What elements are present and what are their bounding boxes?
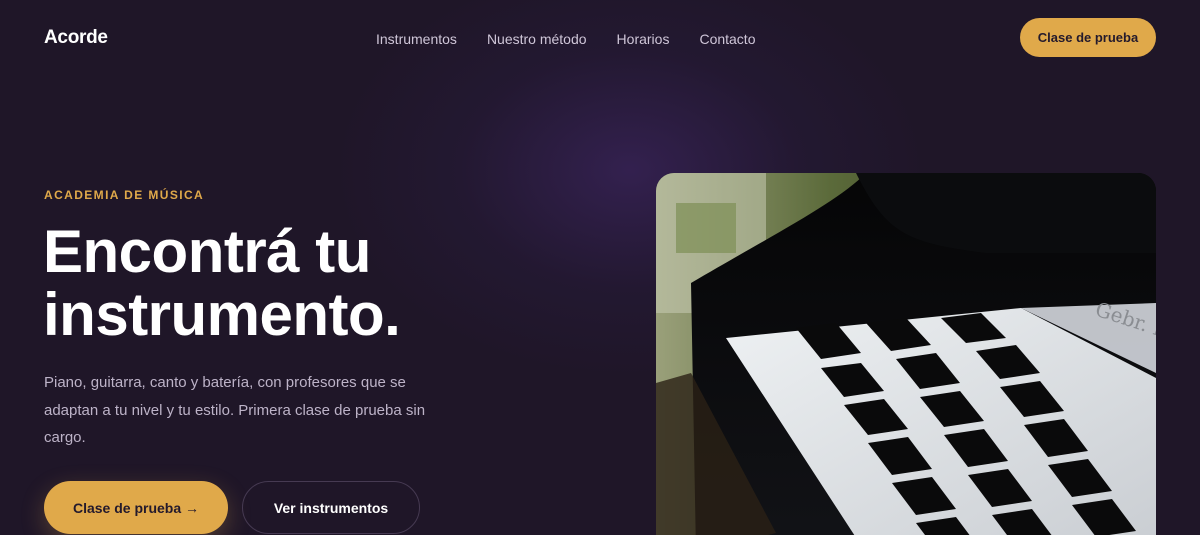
hero-title-line-1: Encontrá tu (43, 218, 371, 285)
brand-logo[interactable]: Acorde (44, 27, 108, 49)
hero-view-instruments-button[interactable]: Ver instrumentos (242, 481, 420, 534)
hero-lead: Piano, guitarra, canto y batería, con pr… (44, 374, 426, 446)
header-trial-class-button[interactable]: Clase de prueba (1020, 18, 1156, 57)
piano-photo-illustration: Gebr. Nen (656, 173, 1156, 535)
nav-item-metodo[interactable]: Nuestro método (487, 31, 587, 47)
nav-item-instrumentos[interactable]: Instrumentos (376, 31, 457, 47)
hero-title: Encontrá tu instrumento. (43, 220, 563, 346)
main-nav: Instrumentos Nuestro método Horarios Con… (376, 31, 756, 47)
hero-title-line-2: instrumento. (43, 281, 401, 348)
hero-eyebrow: ACADEMIA DE MÚSICA (44, 188, 205, 202)
site-header: Acorde Instrumentos Nuestro método Horar… (0, 0, 1200, 78)
hero-trial-class-button[interactable]: Clase de prueba → (44, 481, 228, 534)
nav-item-contacto[interactable]: Contacto (699, 31, 755, 47)
hero-piano-image: Gebr. Nen (656, 173, 1156, 535)
nav-item-horarios[interactable]: Horarios (617, 31, 670, 47)
